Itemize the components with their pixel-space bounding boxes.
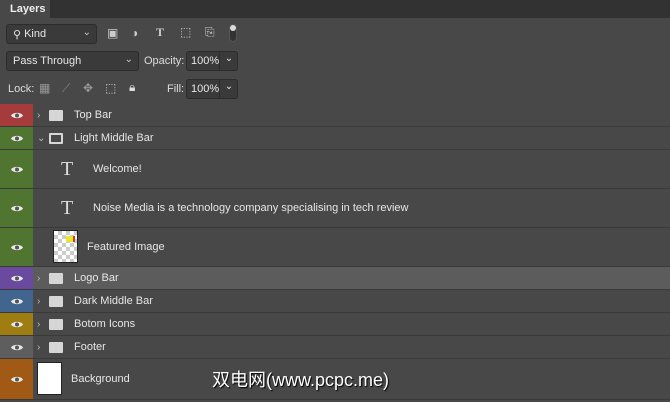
chevron-right-icon[interactable]: › bbox=[37, 296, 40, 307]
layer-name: Footer bbox=[74, 341, 106, 353]
shape-filter-icon[interactable]: ⬚ bbox=[180, 25, 191, 39]
pixel-filter-icon[interactable]: ▣ bbox=[107, 26, 118, 40]
visibility-eye-icon[interactable] bbox=[0, 189, 33, 227]
layer-row[interactable]: › Logo Bar bbox=[0, 267, 670, 290]
lock-move-icon[interactable]: ✥ bbox=[83, 81, 93, 95]
layer-name: Top Bar bbox=[74, 109, 112, 121]
chevron-right-icon[interactable]: › bbox=[37, 273, 40, 284]
opacity-value: 100% bbox=[191, 55, 220, 67]
filter-bar: ⚲ Kind ⌄ ▣ ◑ T ⬚ ⎘ bbox=[0, 21, 670, 47]
folder-icon bbox=[49, 341, 63, 353]
opacity-input[interactable]: 100% ⌄ bbox=[186, 51, 238, 71]
lock-bar: Lock: ▦ ⟋ ✥ ⬚ 🔒︎ Fill: 100% ⌄ bbox=[0, 76, 670, 102]
layer-name: Dark Middle Bar bbox=[74, 295, 153, 307]
lock-paint-brush-icon[interactable]: ⟋ bbox=[62, 81, 70, 96]
blend-mode-select[interactable]: Pass Through ⌄ bbox=[6, 51, 139, 71]
lock-transparent-icon[interactable]: ▦ bbox=[39, 81, 50, 95]
fill-label: Fill: bbox=[167, 83, 185, 95]
lock-artboard-icon[interactable]: ⬚ bbox=[105, 81, 116, 95]
layer-name: Featured Image bbox=[87, 241, 165, 253]
kind-filter-select[interactable]: ⚲ Kind ⌄ bbox=[6, 24, 97, 44]
chevron-right-icon[interactable]: › bbox=[37, 110, 40, 121]
folder-icon bbox=[49, 318, 63, 330]
opacity-chevron-icon[interactable]: ⌄ bbox=[219, 51, 238, 71]
smart-object-filter-icon[interactable]: ⎘ bbox=[205, 25, 215, 40]
layer-row[interactable]: T Welcome! bbox=[0, 150, 670, 189]
tab-layers[interactable]: Layers bbox=[0, 0, 50, 18]
visibility-eye-icon[interactable] bbox=[0, 336, 33, 358]
visibility-eye-icon[interactable] bbox=[0, 127, 33, 149]
blend-mode-value: Pass Through bbox=[13, 55, 82, 67]
lock-label: Lock: bbox=[8, 83, 35, 95]
watermark: 双电网(www.pcpc.me) bbox=[212, 370, 390, 390]
folder-icon bbox=[49, 109, 63, 121]
chevron-right-icon[interactable]: › bbox=[37, 319, 40, 330]
text-layer-icon: T bbox=[61, 196, 74, 219]
fill-chevron-icon[interactable]: ⌄ bbox=[219, 79, 238, 99]
chevron-down-icon: ⌄ bbox=[82, 27, 91, 38]
layer-row[interactable]: › Top Bar bbox=[0, 104, 670, 127]
blend-bar: Pass Through ⌄ Opacity: 100% ⌄ bbox=[0, 48, 670, 74]
fill-value: 100% bbox=[191, 83, 220, 95]
folder-icon bbox=[49, 295, 63, 307]
layer-row[interactable]: Featured Image bbox=[0, 228, 670, 267]
visibility-eye-icon[interactable] bbox=[0, 290, 33, 312]
layer-row[interactable]: T Noise Media is a technology company spe… bbox=[0, 189, 670, 228]
filter-toggle[interactable] bbox=[229, 24, 237, 42]
panel-tabbar: Layers bbox=[0, 0, 670, 18]
folder-icon bbox=[49, 272, 63, 284]
visibility-eye-icon[interactable] bbox=[0, 313, 33, 335]
chevron-down-icon: ⌄ bbox=[124, 54, 133, 65]
lock-all-icon[interactable]: 🔒︎ bbox=[129, 80, 135, 95]
layer-name: Background bbox=[71, 373, 130, 385]
visibility-eye-icon[interactable] bbox=[0, 359, 33, 399]
chevron-right-icon[interactable]: › bbox=[37, 342, 40, 353]
layer-name: Botom Icons bbox=[74, 318, 136, 330]
visibility-eye-icon[interactable] bbox=[0, 228, 33, 266]
background-thumbnail bbox=[37, 362, 62, 395]
layer-name: Light Middle Bar bbox=[74, 132, 154, 144]
fill-input[interactable]: 100% ⌄ bbox=[186, 79, 238, 99]
type-filter-icon[interactable]: T bbox=[156, 25, 164, 40]
visibility-eye-icon[interactable] bbox=[0, 267, 33, 289]
visibility-eye-icon[interactable] bbox=[0, 104, 33, 126]
image-thumbnail bbox=[53, 230, 78, 263]
adjustment-filter-icon[interactable]: ◑ bbox=[131, 26, 138, 40]
text-layer-icon: T bbox=[61, 157, 74, 180]
search-icon: ⚲ bbox=[13, 28, 22, 41]
layer-name: Noise Media is a technology company spec… bbox=[93, 202, 409, 214]
layer-row[interactable]: ⌄ Light Middle Bar bbox=[0, 127, 670, 150]
layer-name: Welcome! bbox=[93, 163, 142, 175]
visibility-eye-icon[interactable] bbox=[0, 150, 33, 188]
layer-row[interactable]: › Botom Icons bbox=[0, 313, 670, 336]
layer-row[interactable]: › Footer bbox=[0, 336, 670, 359]
opacity-label: Opacity: bbox=[144, 55, 185, 67]
chevron-down-icon[interactable]: ⌄ bbox=[37, 133, 45, 144]
kind-label: Kind bbox=[24, 28, 47, 40]
layer-name: Logo Bar bbox=[74, 272, 119, 284]
folder-icon bbox=[49, 132, 63, 144]
layers-list: › Top Bar ⌄ Light Middle Bar T Welcome! T Noise… bbox=[0, 104, 670, 400]
layer-row[interactable]: › Dark Middle Bar bbox=[0, 290, 670, 313]
